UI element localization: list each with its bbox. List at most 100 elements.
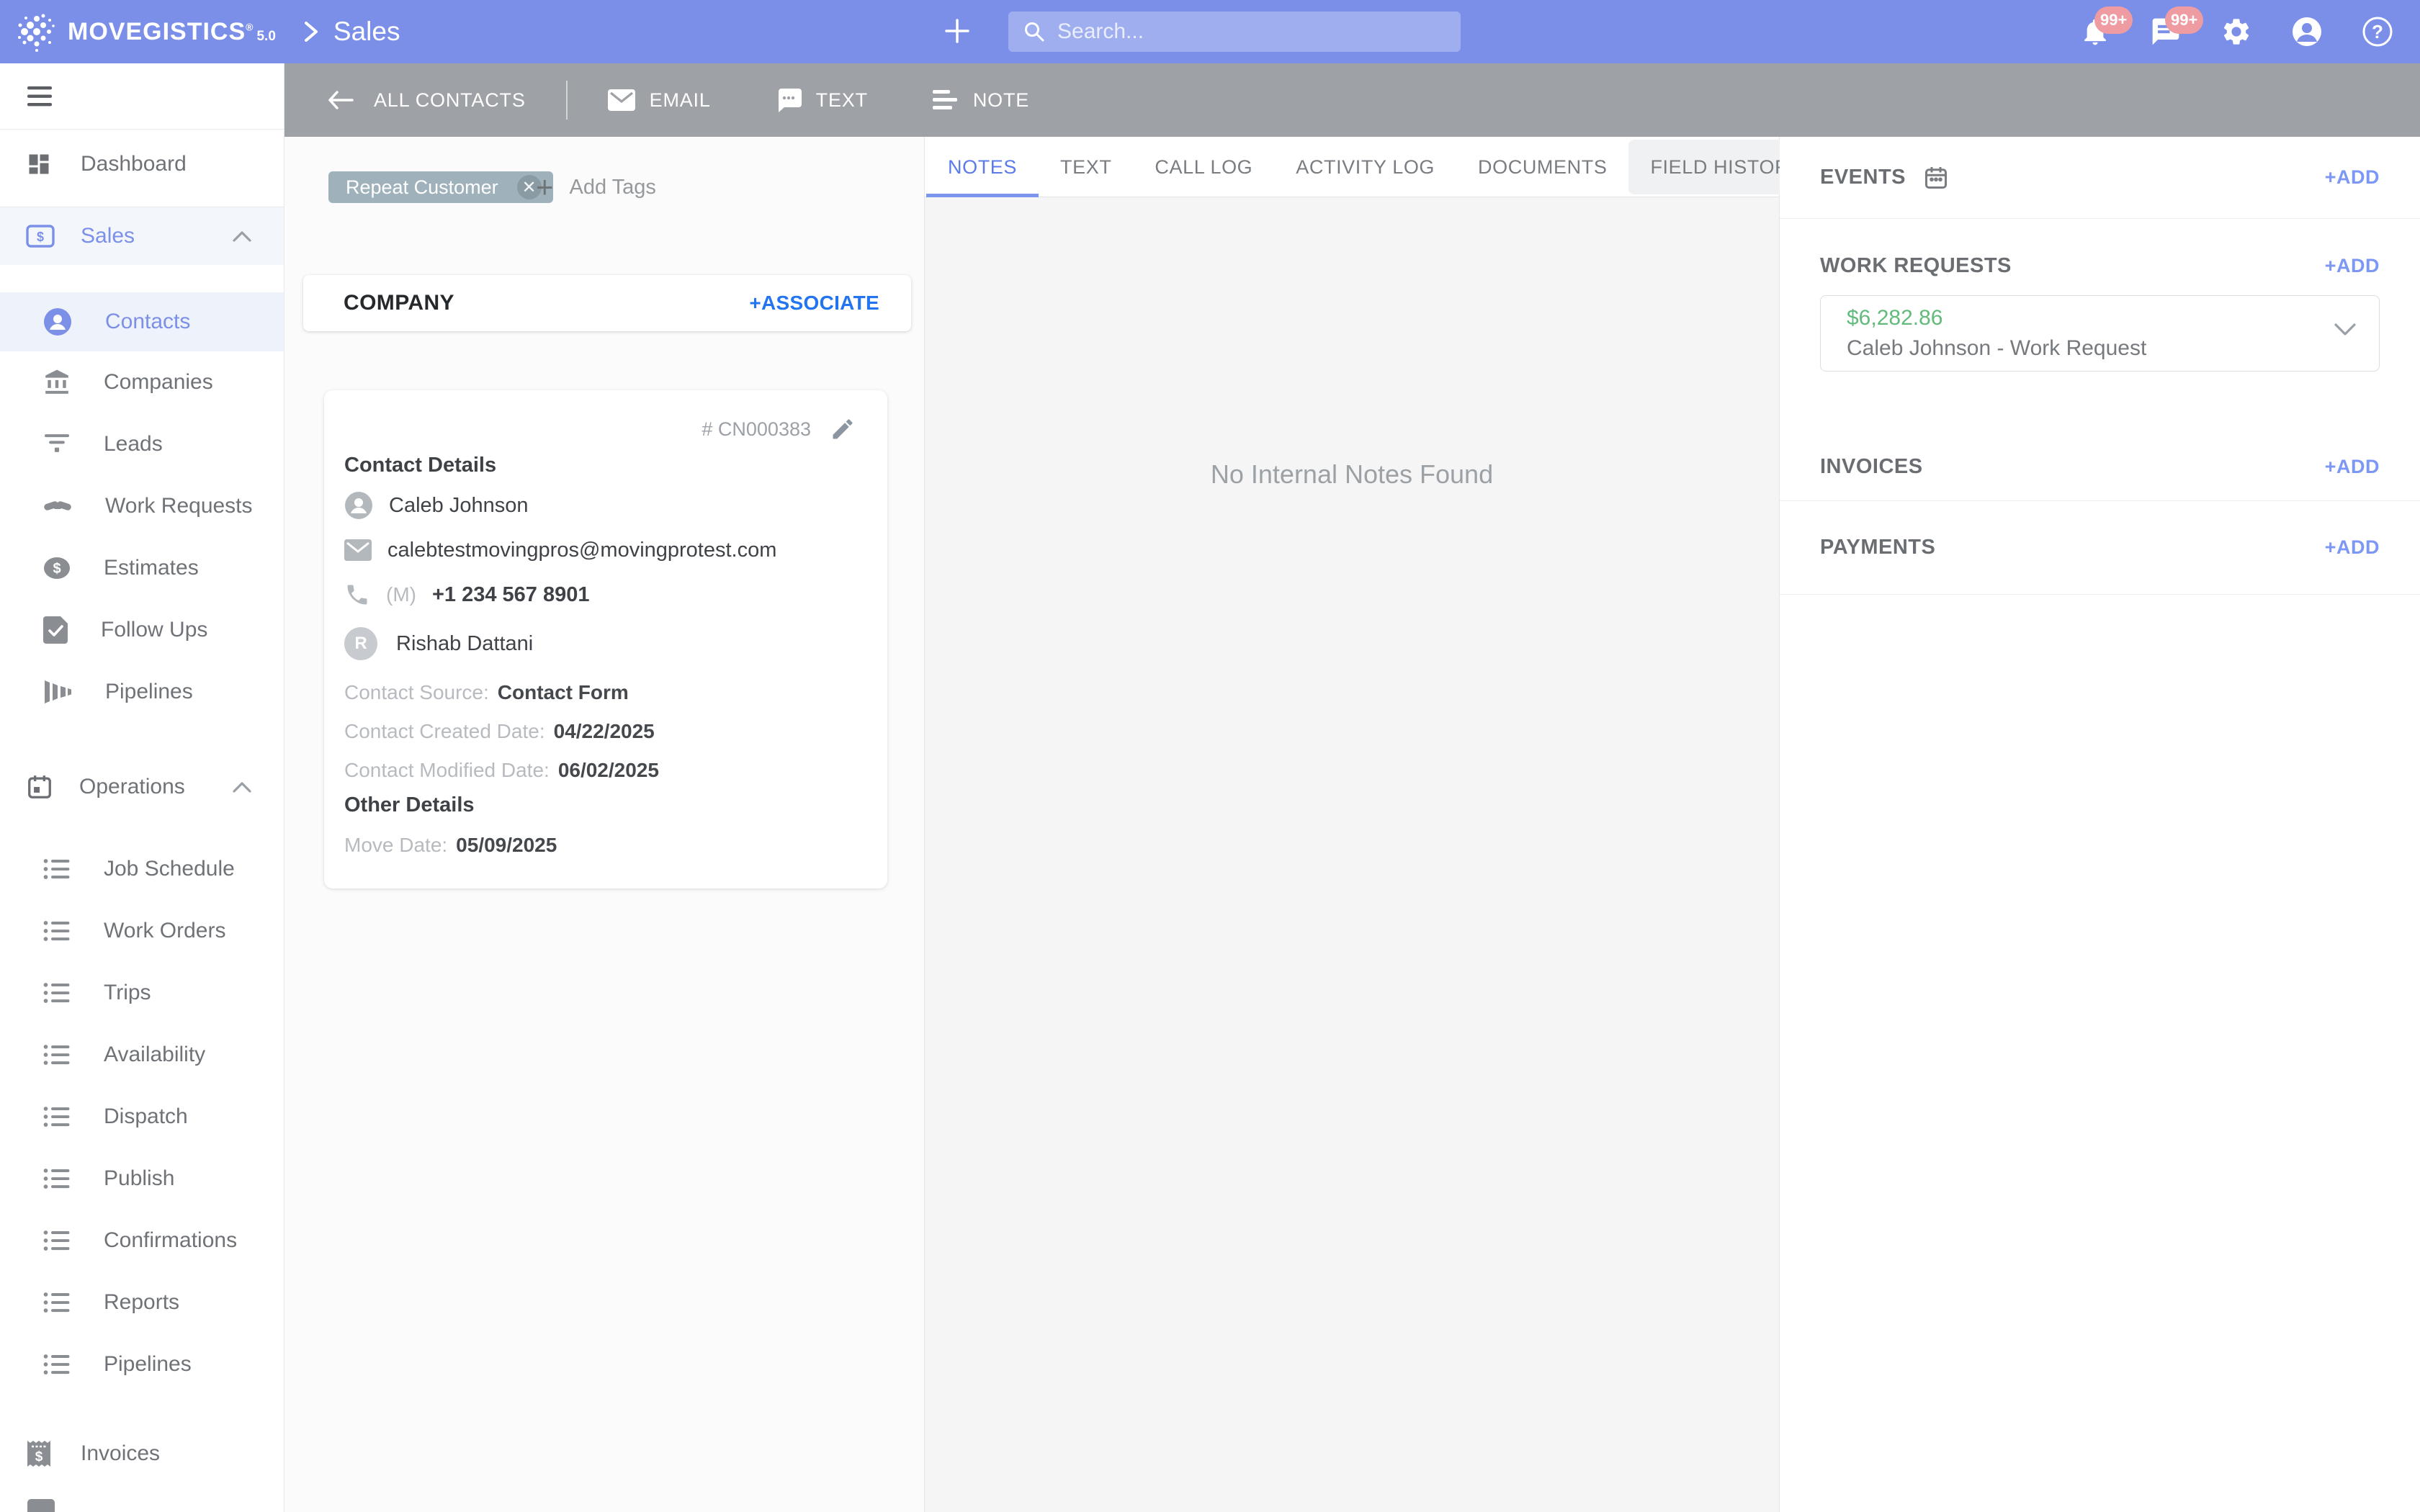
gear-icon xyxy=(2220,16,2252,48)
sidebar-item-work-orders[interactable]: Work Orders xyxy=(0,900,284,962)
phone-icon xyxy=(344,582,370,608)
chevron-down-icon[interactable] xyxy=(2333,322,2357,338)
filter-icon xyxy=(43,432,71,456)
sms-bubble-icon xyxy=(776,87,802,113)
sidebar-item-trips[interactable]: Trips xyxy=(0,962,284,1024)
sidebar-item-pipelines-sales[interactable]: Pipelines xyxy=(0,661,284,723)
notifications-badge: 99+ xyxy=(2094,6,2133,34)
field-label: Contact Source: xyxy=(344,681,489,704)
contact-source-row: Contact Source: Contact Form xyxy=(344,678,629,707)
sidebar-item-availability[interactable]: Availability xyxy=(0,1024,284,1086)
help-button[interactable]: ? xyxy=(2361,15,2394,48)
add-tags-button[interactable]: + Add Tags xyxy=(536,171,656,203)
events-section-header: EVENTS +ADD xyxy=(1780,137,2420,219)
svg-text:?: ? xyxy=(2372,21,2383,42)
phone-type-label: (M) xyxy=(386,583,416,606)
person-icon xyxy=(344,491,373,520)
sidebar-section-sales[interactable]: $ Sales xyxy=(0,207,284,265)
sidebar-item-leads[interactable]: Leads xyxy=(0,413,284,475)
related-records-panel: EVENTS +ADD WORK REQUESTS +ADD $6,282.86… xyxy=(1780,137,2420,1512)
global-search[interactable] xyxy=(1008,12,1461,52)
sidebar-item-pipelines-operations[interactable]: Pipelines xyxy=(0,1333,284,1395)
tab-documents[interactable]: DOCUMENTS xyxy=(1456,137,1628,197)
tag-chip-repeat-customer[interactable]: Repeat Customer ✕ xyxy=(328,171,553,203)
work-request-title: Caleb Johnson - Work Request xyxy=(1847,336,2353,361)
logo-dots-icon xyxy=(16,12,58,52)
contact-phone[interactable]: +1 234 567 8901 xyxy=(432,583,590,607)
messages-button[interactable]: 99+ xyxy=(2149,15,2182,48)
dashboard-icon xyxy=(26,151,52,177)
add-tags-label: Add Tags xyxy=(570,176,656,199)
contact-name-row: Caleb Johnson xyxy=(344,488,528,523)
sidebar-item-dispatch[interactable]: Dispatch xyxy=(0,1086,284,1148)
events-calendar-icon[interactable] xyxy=(1923,165,1949,191)
list-icon xyxy=(43,1105,71,1128)
breadcrumb-chevron-icon xyxy=(300,20,321,43)
sidebar-item-dashboard[interactable]: Dashboard xyxy=(0,130,284,199)
sidebar-item-work-requests[interactable]: Work Requests xyxy=(0,475,284,537)
sidebar-item-reports[interactable]: Reports xyxy=(0,1272,284,1333)
field-label: Contact Created Date: xyxy=(344,720,545,743)
add-event-button[interactable]: +ADD xyxy=(2325,166,2380,189)
add-invoice-button[interactable]: +ADD xyxy=(2325,456,2380,478)
notifications-button[interactable]: 99+ xyxy=(2079,15,2112,48)
brand-logo[interactable]: MOVEGISTICS® 5.0 xyxy=(16,12,276,52)
edit-contact-icon[interactable] xyxy=(830,416,856,442)
hamburger-menu-button[interactable] xyxy=(27,86,52,107)
sidebar-item-confirmations[interactable]: Confirmations xyxy=(0,1210,284,1272)
email-icon xyxy=(608,89,635,111)
sidebar-item-label: Trips xyxy=(104,981,151,1005)
activity-tabs: NOTES TEXT CALL LOG ACTIVITY LOG DOCUMEN… xyxy=(925,137,1779,197)
sidebar-item-companies[interactable]: Companies xyxy=(0,351,284,413)
sidebar-item-label: Dispatch xyxy=(104,1104,188,1129)
back-arrow-icon xyxy=(326,89,355,112)
sidebar-item-job-schedule[interactable]: Job Schedule xyxy=(0,838,284,900)
contact-details-card: # CN000383 Contact Details Caleb Johnson… xyxy=(324,390,887,888)
owner-name: Rishab Dattani xyxy=(396,632,533,656)
add-payment-button[interactable]: +ADD xyxy=(2325,536,2380,559)
sidebar-section-label: Operations xyxy=(79,775,185,799)
sidebar-item-follow-ups[interactable]: Follow Ups xyxy=(0,599,284,661)
email-button[interactable]: EMAIL xyxy=(608,89,711,112)
sidebar-item-label: Contacts xyxy=(105,310,190,334)
calendar-icon xyxy=(26,773,53,801)
pipeline-funnel-icon xyxy=(43,679,72,705)
sidebar-section-operations[interactable]: Operations xyxy=(0,756,284,818)
chevron-up-icon[interactable] xyxy=(232,230,252,243)
note-button[interactable]: NOTE xyxy=(933,89,1029,112)
settings-button[interactable] xyxy=(2220,15,2253,48)
tab-text[interactable]: TEXT xyxy=(1039,137,1133,197)
tab-notes[interactable]: NOTES xyxy=(926,137,1039,197)
text-button[interactable]: TEXT xyxy=(776,87,868,113)
list-icon xyxy=(43,1229,71,1252)
contacts-person-icon xyxy=(43,307,72,336)
plus-icon: + xyxy=(536,174,554,201)
sidebar-item-invoices[interactable]: $ Invoices xyxy=(0,1423,284,1485)
tab-call-log[interactable]: CALL LOG xyxy=(1133,137,1274,197)
owner-avatar: R xyxy=(344,627,377,660)
sidebar-item-contacts[interactable]: Contacts xyxy=(0,292,284,351)
add-work-request-button[interactable]: +ADD xyxy=(2325,255,2380,277)
payments-section-header: PAYMENTS +ADD xyxy=(1780,501,2420,595)
chevron-up-icon[interactable] xyxy=(232,780,252,793)
main-sidebar: Dashboard $ Sales Contacts Companies Lea… xyxy=(0,63,284,1512)
contact-modified-row: Contact Modified Date: 06/02/2025 xyxy=(344,756,659,785)
tab-activity-log[interactable]: ACTIVITY LOG xyxy=(1274,137,1456,197)
back-to-all-contacts-button[interactable]: ALL CONTACTS xyxy=(326,89,526,112)
contact-email[interactable]: calebtestmovingpros@movingprotest.com xyxy=(387,539,776,562)
search-input[interactable] xyxy=(1057,19,1432,44)
events-title: EVENTS xyxy=(1820,166,1906,189)
associate-company-button[interactable]: +ASSOCIATE xyxy=(749,292,879,315)
account-button[interactable] xyxy=(2290,15,2323,48)
list-icon xyxy=(43,919,71,942)
work-requests-section-header: WORK REQUESTS +ADD xyxy=(1780,242,2420,289)
note-button-label: NOTE xyxy=(973,89,1029,112)
bank-icon xyxy=(43,369,71,396)
sidebar-item-estimates[interactable]: $ Estimates xyxy=(0,537,284,599)
sidebar-item-publish[interactable]: Publish xyxy=(0,1148,284,1210)
brand-registered-mark: ® xyxy=(246,21,254,32)
add-new-button[interactable] xyxy=(941,14,974,48)
contact-created-row: Contact Created Date: 04/22/2025 xyxy=(344,717,655,746)
handshake-icon xyxy=(43,495,72,517)
work-request-card[interactable]: $6,282.86 Caleb Johnson - Work Request xyxy=(1820,295,2380,372)
